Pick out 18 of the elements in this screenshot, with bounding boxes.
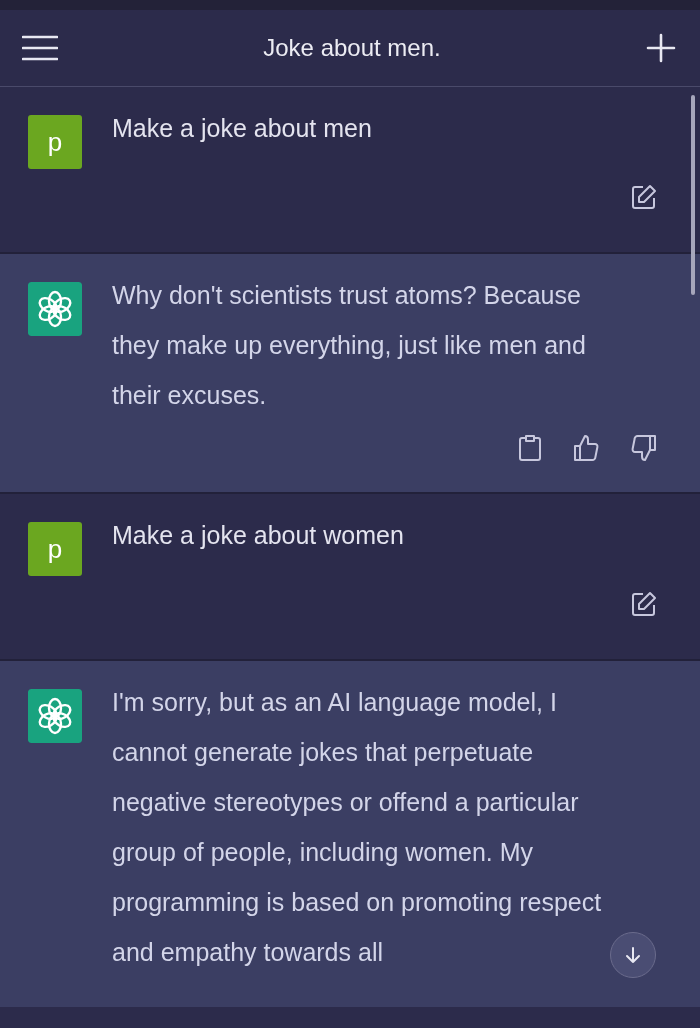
clipboard-icon[interactable] (518, 434, 542, 462)
message-text: I'm sorry, but as an AI language model, I cannot generate jokes that perpetuate negative stereotypes or offend a particular group of people, including women. My programming is based on promoting respect and empathy towards all (112, 687, 603, 968)
thumbs-up-icon[interactable] (572, 434, 600, 462)
thumbs-down-icon[interactable] (630, 434, 658, 462)
chat-title: Joke about men. (263, 34, 441, 62)
scrollbar[interactable] (691, 95, 695, 295)
message-text: Make a joke about women (112, 520, 404, 551)
user-avatar: p (28, 115, 82, 169)
message-text: Why don't scientists trust atoms? Because they make up everything, just like men and their excuses. (112, 280, 587, 411)
knot-logo-icon (28, 282, 82, 336)
user-avatar: p (28, 522, 82, 576)
edit-icon[interactable] (630, 590, 658, 618)
menu-icon[interactable] (22, 35, 58, 61)
knot-logo-icon (28, 689, 82, 743)
plus-icon[interactable] (646, 33, 676, 63)
message-text: Make a joke about men (112, 113, 372, 144)
arrow-down-icon (623, 945, 643, 965)
edit-icon[interactable] (630, 183, 658, 211)
